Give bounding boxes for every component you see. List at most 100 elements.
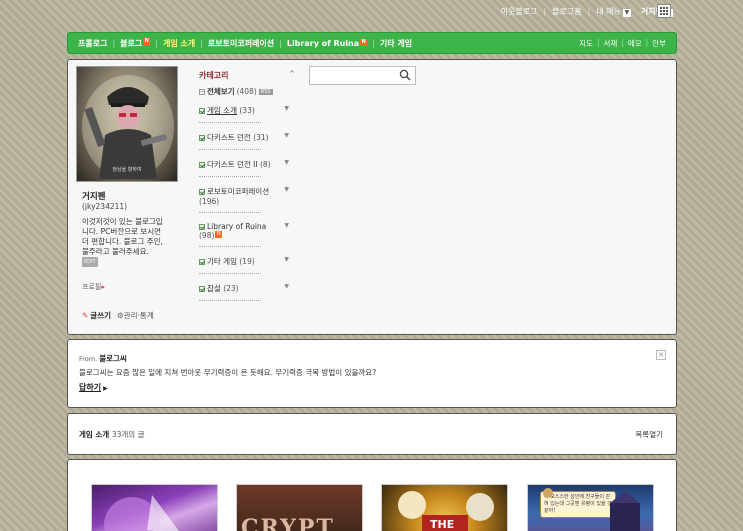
admin-stats-button[interactable]: ⚙관리·통계	[117, 310, 154, 321]
post-thumbnail[interactable]: CRYPT	[236, 484, 363, 531]
admin-label: 관리·통계	[123, 311, 154, 320]
nav-item[interactable]: Library of Ruina N	[287, 38, 368, 48]
chevron-up-icon[interactable]: ^	[289, 70, 295, 81]
chevron-down-icon[interactable]: ▼	[284, 132, 289, 139]
answer-button[interactable]: 답하기 ▶	[79, 382, 108, 393]
search-icon[interactable]	[399, 69, 411, 81]
nav-separator: |	[112, 38, 116, 48]
topbar-separator: |	[587, 7, 591, 16]
edit-tag[interactable]: EDIT	[82, 257, 98, 267]
category-item[interactable]: Library of Ruina (98) N ▼	[199, 222, 289, 240]
category-item[interactable]: 다키스트 던전 II (8) ▼	[199, 159, 289, 170]
post-thumbnail[interactable]: 이 모스스한 성안에 친구들이 갇혀 있는데 그곳엔 유령이 있을 것 같아!	[527, 484, 654, 531]
category-divider	[199, 273, 261, 274]
chevron-down-icon[interactable]: ▼	[284, 159, 289, 166]
topbar-link-mymenu[interactable]: 내 메뉴 ▼	[596, 6, 631, 17]
nav-separator: |	[596, 37, 600, 47]
category-count: (31)	[253, 133, 269, 142]
chevron-down-icon[interactable]: ▼	[284, 105, 289, 112]
category-item[interactable]: 기타 게임 (19) ▼	[199, 256, 289, 267]
thumbnail-title-text: CRYPT	[241, 515, 335, 531]
category-check-icon	[199, 224, 205, 230]
category-divider	[199, 149, 261, 150]
post-thumbnail[interactable]: THE	[381, 484, 508, 531]
list-toggle-button[interactable]: 목록열기	[635, 429, 663, 440]
nav-right-item[interactable]: 메모	[628, 38, 642, 49]
play-icon: ▶	[103, 385, 108, 392]
nav-right-item[interactable]: 지도	[579, 38, 593, 49]
category-divider	[199, 300, 261, 301]
blog-message-panel: From. 블로그씨 블로그씨는 요즘 많은 일에 지쳐 번아웃 무기력증이 온…	[67, 339, 677, 408]
category-item[interactable]: 게임 소개 (33) ▼	[199, 105, 289, 116]
nav-item[interactable]: 게임 소개	[163, 38, 195, 49]
search-input[interactable]	[310, 67, 398, 84]
nav-right-item[interactable]: 안부	[652, 38, 666, 49]
topbar-link-home[interactable]: 블로그홈	[552, 6, 581, 17]
nav-item-label: 기타 게임	[379, 38, 413, 48]
gear-icon: ⚙	[117, 311, 124, 320]
thumbnail-art	[543, 488, 640, 531]
nav-menu: 프롤로그 | 블로그 N | 게임 소개 | 로보토미코퍼레이션 | Library of Rui…	[78, 37, 412, 49]
category-title: 카테고리	[199, 71, 229, 80]
category-label: 다키스트 던전	[207, 133, 251, 142]
nav-item-label: 로보토미코퍼레이션	[207, 38, 275, 48]
category-check-icon	[199, 162, 205, 168]
nav-item[interactable]: 기타 게임	[380, 38, 412, 49]
profile-image-caption: 정상을 향하여	[112, 167, 142, 173]
category-label: Library of Ruina	[207, 222, 267, 231]
post-thumbnail[interactable]	[91, 484, 218, 531]
write-row: ✎ 글쓰기 ⚙관리·통계	[82, 310, 154, 321]
write-label: 글쓰기	[90, 311, 111, 320]
nav-item[interactable]: 로보토미코퍼레이션	[208, 38, 274, 49]
list-category-name: 게임 소개	[79, 430, 110, 439]
mymenu-label: 내 메뉴	[596, 7, 621, 16]
new-badge: N	[143, 37, 151, 45]
chevron-right-icon: ▸	[101, 283, 105, 291]
profile-panel: 정상을 향하여 거지펜 (jky234211) 이것저것이 있는 블로그입니다.…	[67, 59, 677, 335]
category-label: 게임 소개	[207, 106, 237, 115]
category-all[interactable]: − 전체보기 (408) RSS	[199, 86, 289, 97]
collapse-icon[interactable]: −	[199, 88, 205, 95]
category-check-icon	[199, 259, 205, 265]
thumbnail-art	[104, 495, 179, 531]
chevron-down-icon[interactable]: ▼	[284, 283, 289, 290]
category-label: 기타 게임	[207, 257, 237, 266]
profile-image[interactable]: 정상을 향하여	[76, 66, 178, 182]
write-post-button[interactable]: ✎ 글쓰기	[82, 310, 111, 321]
nav-item[interactable]: 블로그 N	[120, 37, 151, 49]
category-count: (23)	[223, 284, 239, 293]
category-all-label: 전체보기	[207, 87, 235, 96]
profile-link-label: 프로필	[82, 283, 102, 291]
category-divider	[199, 122, 261, 123]
search-box	[309, 66, 416, 85]
chevron-down-icon[interactable]: ▼	[284, 222, 289, 229]
category-check-icon	[199, 108, 205, 114]
blog-owner-name: 거지펜	[82, 192, 106, 202]
category-count: (19)	[239, 257, 255, 266]
app-grid-icon[interactable]	[657, 4, 671, 18]
topbar-link-neighbor[interactable]: 이웃블로그	[501, 6, 538, 17]
new-badge: N	[215, 231, 223, 238]
category-label: 로보토미코퍼레이션	[207, 187, 270, 196]
close-icon[interactable]: ×	[656, 350, 666, 360]
chevron-down-icon[interactable]: ▼	[284, 186, 289, 193]
profile-link[interactable]: 프로필▸	[82, 282, 105, 292]
category-item[interactable]: 잡설 (23) ▼	[199, 283, 289, 294]
category-item[interactable]: 다키스트 던전 (31) ▼	[199, 132, 289, 143]
nav-separator: |	[645, 37, 649, 47]
rss-tag[interactable]: RSS	[258, 88, 273, 95]
post-list-title: 게임 소개 33개의 글	[79, 429, 144, 440]
nav-separator: |	[372, 38, 375, 48]
category-item[interactable]: 로보토미코퍼레이션 (196) ▼	[199, 186, 289, 206]
category-all-count: (408)	[236, 87, 257, 96]
from-prefix: From.	[79, 355, 98, 363]
category-count: (196)	[199, 197, 220, 206]
nav-right-item[interactable]: 서재	[604, 38, 618, 49]
thumbnail-title-text: THE	[430, 518, 455, 531]
chevron-down-icon[interactable]: ▼	[284, 256, 289, 263]
from-name: 블로그씨	[99, 354, 127, 363]
blog-description: 이것저것이 있는 블로그입니다. PC버전으로 보시면 더 편합니다. 블로그 …	[82, 217, 164, 267]
category-label: 다키스트 던전 II	[207, 160, 258, 169]
nav-item[interactable]: 프롤로그	[78, 38, 107, 49]
blog-owner-id: (jky234211)	[82, 202, 128, 211]
